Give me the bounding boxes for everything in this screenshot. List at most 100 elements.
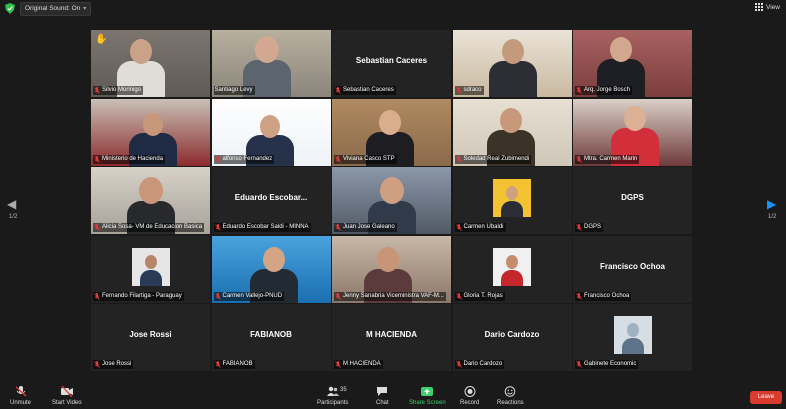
reactions-button[interactable]: Reactions — [497, 386, 524, 406]
chevron-down-icon: ▾ — [83, 6, 87, 12]
participant-name-text: alfonso Fernandez — [222, 155, 273, 162]
participant-tile[interactable]: Carmen Vallejo-PNUD — [211, 235, 331, 303]
participant-tile[interactable]: Soledad Real Zubimendi — [452, 98, 572, 166]
participant-name-label: Gabinete Economic — [575, 360, 639, 369]
participant-tile[interactable]: FABIANOB FABIANOB — [211, 304, 331, 371]
participant-name-text: Jenny Sanabria Viceministra VAF-M... — [343, 292, 444, 299]
participant-name-text: Viviana Casco STP — [343, 155, 395, 162]
participant-face — [610, 37, 632, 62]
participant-tile[interactable]: Juan Jose Galeano — [332, 167, 451, 234]
participant-display-name: Dario Cardozo — [484, 330, 540, 339]
participant-name-label: Alicia Sosa- VM de Educacion Basica — [93, 223, 205, 232]
next-page-arrow-icon[interactable]: ▶ — [767, 197, 776, 211]
chat-button[interactable]: Chat — [376, 386, 389, 406]
microphone-muted-icon — [94, 361, 100, 368]
participant-name-text: Santiago Levy — [214, 87, 253, 93]
record-icon — [464, 386, 476, 397]
participant-display-name: M HACIENDA — [365, 330, 418, 339]
chat-icon — [377, 387, 388, 396]
participant-name-text: Fernando Filartiga - Paraguay — [102, 292, 182, 299]
participant-face — [262, 246, 285, 272]
microphone-muted-icon — [94, 224, 100, 231]
participant-name-label: Arq. Jorge Bosch — [575, 86, 633, 95]
microphone-muted-icon — [576, 361, 582, 368]
participant-name-label: Jenny Sanabria Viceministra VAF-M... — [334, 291, 446, 301]
participant-name-text: DGPS — [584, 224, 602, 230]
view-button[interactable]: View — [755, 3, 780, 11]
participant-name-text: Alicia Sosa- VM de Educacion Basica — [102, 224, 203, 230]
top-bar: Original Sound: On ▾ View — [0, 0, 786, 18]
participant-name-label: Juan Jose Galeano — [334, 223, 397, 232]
microphone-muted-icon — [455, 224, 462, 231]
participant-tile[interactable]: Ministerio de Hacienda — [91, 98, 210, 166]
participant-name-text: Jose Rossi — [102, 361, 132, 367]
participant-name-text: Silvio Morinigo — [102, 87, 142, 93]
participant-name-label: Santiago Levy — [213, 86, 255, 95]
participant-name-label: Mtra. Carmen Marin — [575, 154, 640, 164]
participant-tile[interactable]: Santiago Levy — [211, 30, 331, 97]
avatar — [131, 247, 170, 286]
share-screen-label: Share Screen — [409, 400, 446, 406]
participant-tile[interactable]: Gloria T. Rojas — [452, 235, 572, 303]
share-screen-button[interactable]: Share Screen — [409, 386, 446, 406]
participant-face — [254, 36, 279, 63]
participant-display-name: DGPS — [621, 193, 644, 202]
microphone-muted-icon — [94, 87, 100, 94]
participant-tile[interactable]: Sebastian Caceres Sebastian Caceres — [332, 30, 451, 97]
participant-face — [624, 105, 646, 131]
microphone-muted-icon — [214, 155, 221, 163]
participant-face — [499, 107, 522, 133]
start-video-button[interactable]: Start Video — [52, 386, 82, 406]
participant-name-label: Francisco Ochoa — [575, 291, 632, 301]
participant-tile[interactable]: Alicia Sosa- VM de Educacion Basica — [91, 167, 210, 234]
record-button[interactable]: Record — [460, 386, 479, 406]
participant-name-text: Eduardo Escobar Saldi - MINNA — [222, 224, 309, 230]
participant-tile[interactable]: Arq. Jorge Bosch — [573, 30, 692, 97]
participant-tile[interactable]: M HACIENDA M HACIENDA — [332, 304, 451, 371]
participant-name-text: Mtra. Carmen Marin — [584, 155, 638, 162]
participant-name-label: Dario Cardozo — [454, 360, 505, 369]
participant-tile[interactable]: Carmen Ubaldi — [452, 167, 572, 234]
participant-name-label: Gloria T. Rojas — [454, 291, 505, 301]
microphone-muted-icon — [214, 361, 221, 368]
participant-tile[interactable]: Viviana Casco STP — [332, 98, 451, 166]
participant-tile[interactable]: Francisco Ochoa Francisco Ochoa — [573, 235, 692, 303]
participant-name-label: Eduardo Escobar Saldi - MINNA — [213, 223, 311, 232]
participant-tile[interactable]: Eduardo Escobar... Eduardo Escobar Saldi … — [211, 167, 331, 234]
participant-display-name: FABIANOB — [250, 330, 292, 339]
microphone-muted-icon — [335, 87, 341, 94]
share-screen-icon — [421, 387, 434, 396]
participant-tile[interactable]: Gabinete Economic — [573, 304, 692, 371]
previous-page-arrow-icon[interactable]: ◀ — [7, 197, 16, 211]
participant-tile[interactable]: Fernando Filartiga - Paraguay — [91, 235, 210, 303]
participant-tile[interactable]: Jose Rossi Jose Rossi — [91, 304, 210, 371]
page-indicator-right: 1/2 — [768, 214, 777, 220]
avatar — [613, 316, 652, 354]
microphone-muted-icon — [576, 155, 582, 163]
participants-icon — [326, 386, 339, 396]
participant-tile[interactable]: Dario Cardozo Dario Cardozo — [452, 304, 572, 371]
participant-name-text: Dario Cardozo — [463, 361, 503, 367]
participant-display-name: Jose Rossi — [129, 330, 172, 339]
participant-name-text: Carmen Ubaldi — [463, 224, 504, 230]
original-sound-label: Original Sound: On — [25, 5, 81, 12]
microphone-muted-icon — [455, 155, 462, 163]
participant-silhouette — [488, 61, 537, 97]
participant-tile[interactable]: DGPS DGPS — [573, 167, 692, 234]
microphone-muted-icon — [576, 292, 582, 300]
participant-face — [143, 112, 163, 136]
participant-name-label: Carmen Vallejo-PNUD — [213, 291, 285, 301]
participant-tile[interactable]: sdraco — [452, 30, 572, 97]
original-sound-toggle[interactable]: Original Sound: On ▾ — [20, 2, 92, 16]
participant-tile[interactable]: alfonso Fernandez — [211, 98, 331, 166]
participant-name-label: alfonso Fernandez — [213, 154, 275, 164]
participant-display-name: Eduardo Escobar... — [234, 193, 308, 202]
microphone-muted-icon — [335, 361, 341, 368]
participant-name-text: sdraco — [463, 87, 482, 93]
participant-tile[interactable]: ✋ Silvio Morinigo — [91, 30, 210, 97]
participant-tile[interactable]: Jenny Sanabria Viceministra VAF-M... — [332, 235, 451, 303]
microphone-muted-icon — [94, 292, 100, 300]
leave-button[interactable]: Leave — [750, 391, 782, 404]
participant-tile[interactable]: Mtra. Carmen Marin — [573, 98, 692, 166]
unmute-button[interactable]: Unmute — [10, 386, 31, 406]
